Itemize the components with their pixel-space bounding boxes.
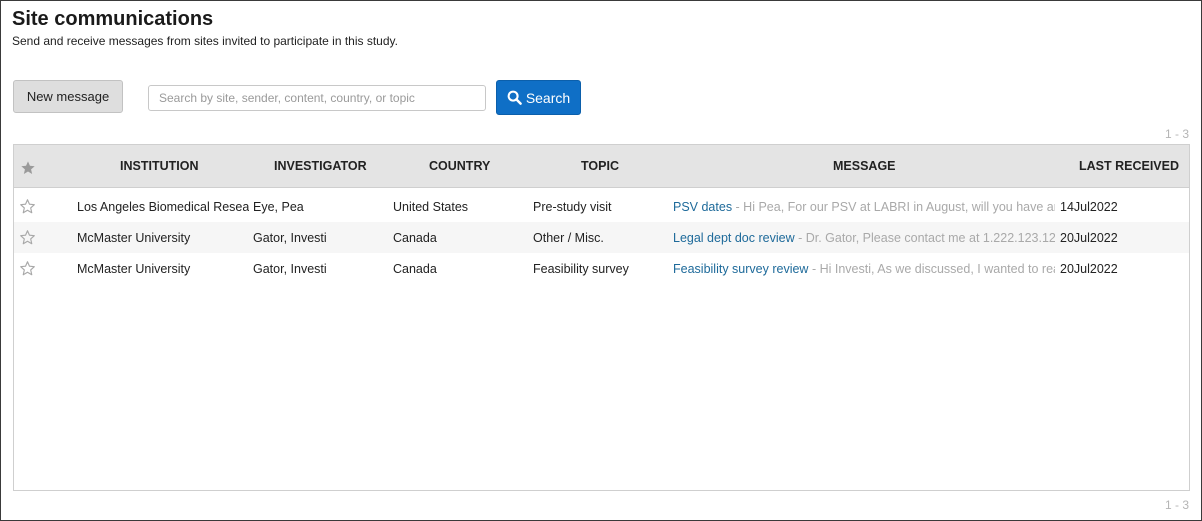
star-outline-icon[interactable] [19, 260, 36, 280]
messages-table: INSTITUTION INVESTIGATOR COUNTRY TOPIC M… [13, 144, 1190, 491]
investigator-cell: Gator, Investi [253, 262, 327, 276]
column-header-last-received[interactable]: LAST RECEIVED [1079, 159, 1179, 173]
message-preview: - Hi Investi, As we discussed, I wanted … [808, 262, 1055, 276]
search-input[interactable] [148, 85, 486, 111]
site-communications-panel: Site communications Send and receive mes… [0, 0, 1202, 521]
pagination-range-bottom: 1 - 3 [1164, 498, 1189, 512]
country-cell: Canada [393, 231, 437, 245]
table-row[interactable]: McMaster University Gator, Investi Canad… [14, 222, 1189, 253]
message-subject-link[interactable]: Feasibility survey review [673, 262, 808, 276]
topic-cell: Pre-study visit [533, 200, 612, 214]
new-message-button[interactable]: New message [13, 80, 123, 113]
message-subject-link[interactable]: PSV dates [673, 200, 732, 214]
message-preview: - Hi Pea, For our PSV at LABRI in August… [732, 200, 1055, 214]
column-header-country[interactable]: COUNTRY [429, 159, 490, 173]
message-subject-link[interactable]: Legal dept doc review [673, 231, 795, 245]
topic-cell: Feasibility survey [533, 262, 629, 276]
last-received-cell: 14Jul2022 [1060, 200, 1118, 214]
institution-cell: McMaster University [77, 231, 191, 245]
column-header-investigator[interactable]: INVESTIGATOR [274, 159, 367, 173]
country-cell: Canada [393, 262, 437, 276]
search-icon [507, 90, 522, 105]
institution-cell: Los Angeles Biomedical Resear [77, 200, 249, 214]
last-received-cell: 20Jul2022 [1060, 262, 1118, 276]
pagination-range-top: 1 - 3 [1164, 127, 1189, 141]
page-subtitle: Send and receive messages from sites inv… [12, 34, 398, 48]
star-outline-icon[interactable] [19, 229, 36, 249]
table-row[interactable]: Los Angeles Biomedical Resear Eye, Pea U… [14, 191, 1189, 222]
message-preview: - Dr. Gator, Please contact me at 1.222.… [794, 231, 1055, 245]
column-header-message[interactable]: MESSAGE [833, 159, 896, 173]
last-received-cell: 20Jul2022 [1060, 231, 1118, 245]
country-cell: United States [393, 200, 469, 214]
investigator-cell: Gator, Investi [253, 231, 327, 245]
message-cell: PSV dates - Hi Pea, For our PSV at LABRI… [673, 200, 1055, 214]
investigator-cell: Eye, Pea [253, 200, 304, 214]
table-header: INSTITUTION INVESTIGATOR COUNTRY TOPIC M… [14, 145, 1189, 188]
star-outline-icon[interactable] [19, 198, 36, 218]
page-title: Site communications [12, 8, 214, 30]
search-button-label: Search [525, 89, 571, 106]
message-cell: Legal dept doc review - Dr. Gator, Pleas… [673, 231, 1055, 245]
column-header-institution[interactable]: INSTITUTION [120, 159, 198, 173]
search-button[interactable]: Search [496, 80, 581, 115]
message-cell: Feasibility survey review - Hi Investi, … [673, 262, 1055, 276]
table-row[interactable]: McMaster University Gator, Investi Canad… [14, 253, 1189, 284]
star-filled-icon[interactable] [20, 160, 36, 179]
column-header-topic[interactable]: TOPIC [581, 159, 619, 173]
topic-cell: Other / Misc. [533, 231, 604, 245]
institution-cell: McMaster University [77, 262, 191, 276]
